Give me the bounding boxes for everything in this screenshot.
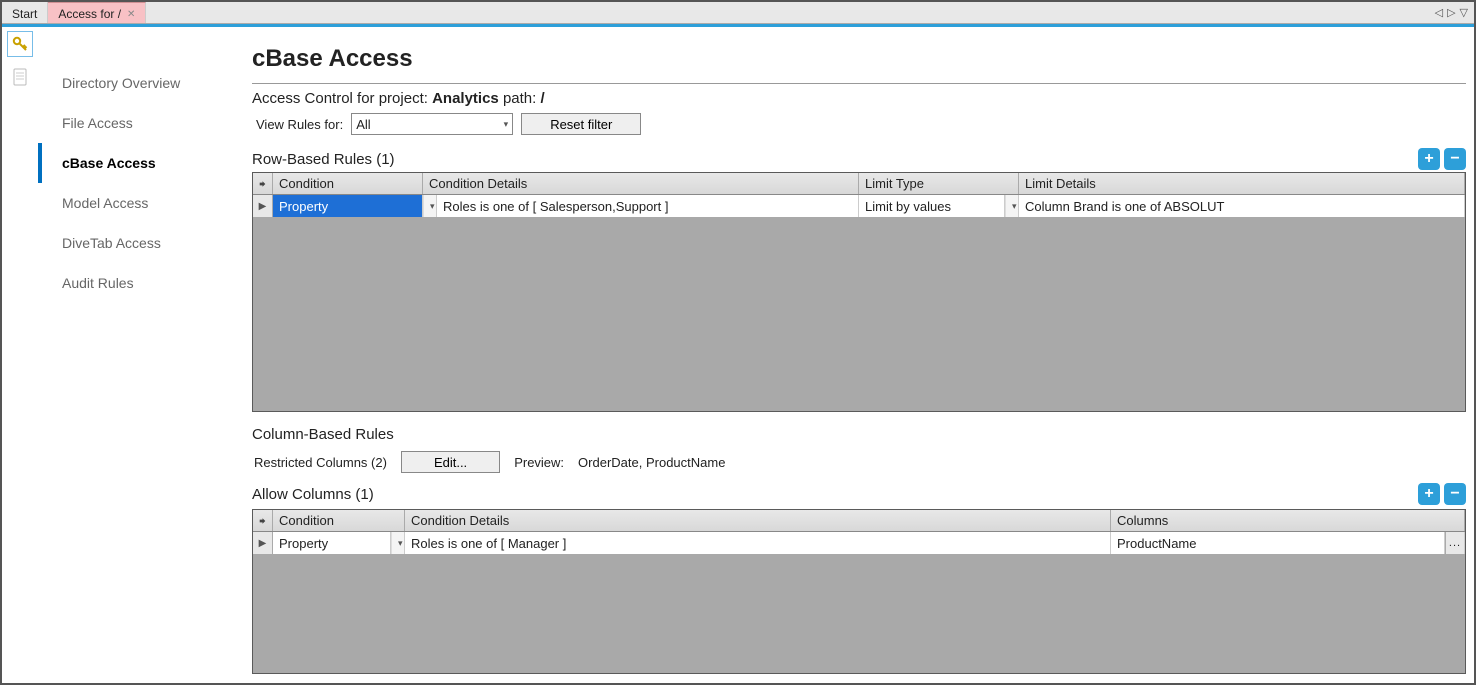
- column-rules-row: Restricted Columns (2) Edit... Preview: …: [252, 451, 1466, 473]
- row-rules-grid-header: Condition Condition Details Limit Type L…: [253, 173, 1465, 195]
- row-rules-buttons: + −: [1418, 148, 1466, 170]
- page-title: cBase Access: [252, 45, 1466, 73]
- path-label: path:: [503, 90, 536, 107]
- column-rules-title: Column-Based Rules: [252, 426, 1466, 443]
- view-rules-for-value: All: [356, 117, 370, 132]
- sidenav-item-divetab-access[interactable]: DiveTab Access: [38, 223, 216, 263]
- row-rules-grid-body: ▶ Property ▾ Roles is one of [ Salespers…: [253, 195, 1465, 411]
- limit-type-dropdown-icon[interactable]: ▾: [1005, 195, 1019, 217]
- subhead: Access Control for project: Analytics pa…: [252, 90, 1466, 107]
- table-row[interactable]: ▶ Property ▾ Roles is one of [ Salespers…: [253, 195, 1465, 217]
- cell-limit-details[interactable]: Column Brand is one of ABSOLUT: [1019, 195, 1465, 217]
- header-limit-details[interactable]: Limit Details: [1019, 173, 1465, 194]
- sidenav-item-cbase-access[interactable]: cBase Access: [38, 143, 216, 183]
- table-row[interactable]: ▶ Property ▾ Roles is one of [ Manager ]…: [253, 532, 1465, 554]
- view-rules-for-select[interactable]: All ▾: [351, 113, 513, 135]
- divider: [252, 83, 1466, 84]
- tab-prev-icon[interactable]: ◁: [1435, 6, 1443, 19]
- document-icon[interactable]: [8, 65, 32, 89]
- row-rules-grid[interactable]: Condition Condition Details Limit Type L…: [252, 172, 1466, 412]
- project-name: Analytics: [432, 90, 499, 107]
- tabbar-controls: ◁ ▷ ▽: [1435, 2, 1474, 23]
- header-condition-details-2[interactable]: Condition Details: [405, 510, 1111, 531]
- tab-bar: Start Access for / ✕ ◁ ▷ ▽: [2, 2, 1474, 24]
- side-nav: Directory Overview File Access cBase Acc…: [38, 27, 216, 683]
- sidenav-item-audit-rules[interactable]: Audit Rules: [38, 263, 216, 303]
- path-value: /: [541, 90, 545, 107]
- filter-row: View Rules for: All ▾ Reset filter: [252, 113, 1466, 135]
- allow-columns-grid-header: Condition Condition Details Columns: [253, 510, 1465, 532]
- add-row-rule-button[interactable]: +: [1418, 148, 1440, 170]
- tab-start-label: Start: [12, 7, 37, 21]
- cell-columns[interactable]: ProductName: [1111, 532, 1445, 554]
- row-indicator-icon: ▶: [253, 195, 273, 217]
- row-rules-title: Row-Based Rules (1): [252, 151, 395, 168]
- header-columns[interactable]: Columns: [1111, 510, 1465, 531]
- condition-dropdown-icon[interactable]: ▾: [423, 195, 437, 217]
- row-selector-header-2[interactable]: [253, 510, 273, 531]
- sidenav-item-directory-overview[interactable]: Directory Overview: [38, 63, 216, 103]
- body: Directory Overview File Access cBase Acc…: [2, 27, 1474, 683]
- add-allow-column-button[interactable]: +: [1418, 483, 1440, 505]
- cell-condition-details[interactable]: Roles is one of [ Salesperson,Support ]: [437, 195, 859, 217]
- row-indicator-icon: ▶: [253, 532, 273, 554]
- condition-dropdown-icon-2[interactable]: ▾: [391, 532, 405, 554]
- sidenav-item-model-access[interactable]: Model Access: [38, 183, 216, 223]
- tool-column: [2, 27, 38, 683]
- main-panel: cBase Access Access Control for project:…: [216, 27, 1474, 683]
- header-condition-details[interactable]: Condition Details: [423, 173, 859, 194]
- header-limit-type[interactable]: Limit Type: [859, 173, 1019, 194]
- remove-allow-column-button[interactable]: −: [1444, 483, 1466, 505]
- header-condition-2[interactable]: Condition: [273, 510, 405, 531]
- chevron-down-icon: ▾: [504, 119, 509, 130]
- tab-next-icon[interactable]: ▷: [1447, 6, 1455, 19]
- tab-access-label: Access for /: [58, 7, 121, 21]
- tab-access[interactable]: Access for / ✕: [48, 2, 146, 23]
- ellipsis-button[interactable]: ...: [1445, 532, 1465, 554]
- edit-restricted-columns-button[interactable]: Edit...: [401, 451, 500, 473]
- cell-limit-type[interactable]: Limit by values: [859, 195, 1005, 217]
- header-condition[interactable]: Condition: [273, 173, 423, 194]
- key-icon[interactable]: [7, 31, 33, 57]
- allow-columns-title: Allow Columns (1): [252, 486, 374, 503]
- tab-start[interactable]: Start: [2, 2, 48, 23]
- preview-value: OrderDate, ProductName: [578, 455, 725, 470]
- sidenav-item-file-access[interactable]: File Access: [38, 103, 216, 143]
- reset-filter-button[interactable]: Reset filter: [521, 113, 641, 135]
- allow-columns-header: Allow Columns (1) + −: [252, 483, 1466, 505]
- cell-condition-details-2[interactable]: Roles is one of [ Manager ]: [405, 532, 1111, 554]
- row-rules-header: Row-Based Rules (1) + −: [252, 145, 1466, 172]
- row-selector-header[interactable]: [253, 173, 273, 194]
- remove-row-rule-button[interactable]: −: [1444, 148, 1466, 170]
- app-window: Start Access for / ✕ ◁ ▷ ▽ Directory Ove…: [0, 0, 1476, 685]
- close-icon[interactable]: ✕: [127, 9, 135, 20]
- cell-condition-2[interactable]: Property: [273, 532, 391, 554]
- cell-condition[interactable]: Property: [273, 195, 423, 217]
- allow-columns-grid[interactable]: Condition Condition Details Columns ▶ Pr…: [252, 509, 1466, 674]
- view-rules-for-label: View Rules for:: [256, 117, 343, 132]
- allow-columns-buttons: + −: [1418, 483, 1466, 505]
- preview-label: Preview:: [514, 455, 564, 470]
- allow-columns-grid-body: ▶ Property ▾ Roles is one of [ Manager ]…: [253, 532, 1465, 673]
- restricted-columns-label: Restricted Columns (2): [254, 455, 387, 470]
- tab-menu-icon[interactable]: ▽: [1460, 6, 1468, 19]
- subhead-prefix: Access Control for project:: [252, 90, 428, 107]
